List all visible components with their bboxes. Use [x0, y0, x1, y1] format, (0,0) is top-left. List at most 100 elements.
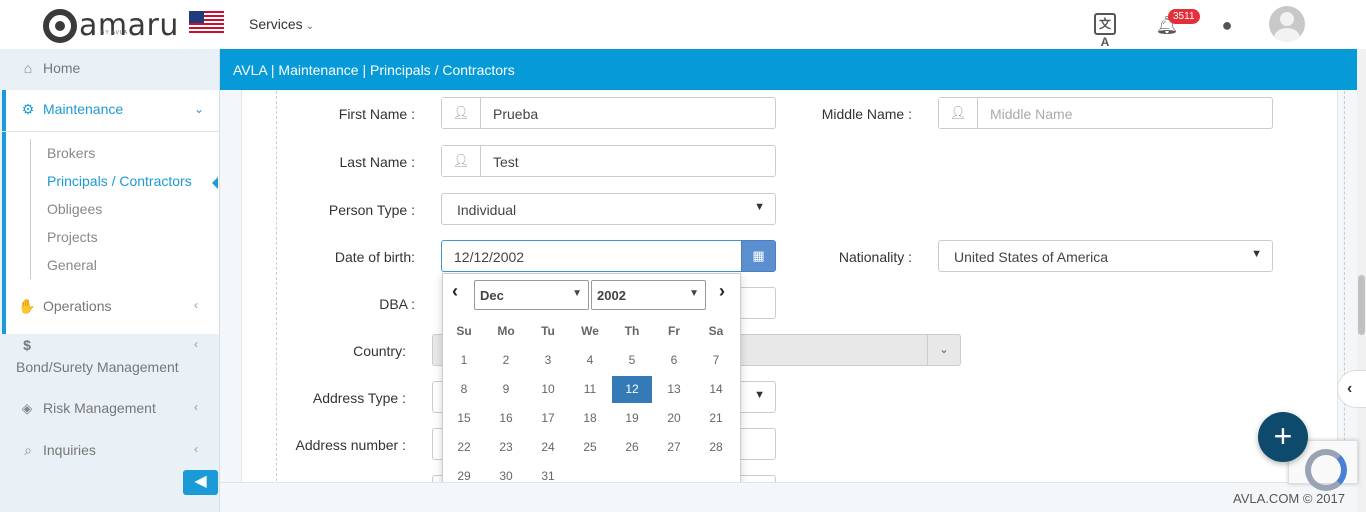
dob-label: Date of birth:: [334, 249, 415, 265]
last-name-field[interactable]: 👤︎ Test: [441, 145, 776, 177]
notification-badge: 3511: [1168, 9, 1200, 24]
translate-icon[interactable]: 文A: [1094, 13, 1116, 49]
month-value: Dec: [480, 288, 504, 303]
calendar-button[interactable]: ▦: [741, 240, 776, 272]
calendar-day[interactable]: 5: [612, 347, 652, 374]
calendar-day[interactable]: 25: [570, 434, 610, 461]
sidebar-item-label: Bond/Surety Management: [16, 359, 179, 375]
sidebar-item-home[interactable]: ⌂ Home: [0, 49, 219, 89]
us-flag-icon[interactable]: [189, 11, 224, 35]
calendar-day[interactable]: 27: [654, 434, 694, 461]
middle-name-placeholder: Middle Name: [990, 106, 1073, 122]
calendar-day[interactable]: 15: [444, 405, 484, 432]
weekday-header: Su: [456, 324, 472, 338]
year-value: 2002: [597, 288, 626, 303]
gear-icon: ⚙: [21, 101, 35, 117]
calendar-day[interactable]: 3: [528, 347, 568, 374]
last-name-label: Last Name :: [339, 154, 415, 170]
person-type-select[interactable]: Individual ▼: [441, 193, 776, 225]
logo-subtitle: BY AVLA: [101, 30, 129, 36]
calendar-day[interactable]: 4: [570, 347, 610, 374]
calendar-day[interactable]: 14: [696, 376, 736, 403]
middle-name-label: Middle Name :: [821, 106, 912, 122]
calendar-day[interactable]: 11: [570, 376, 610, 403]
calendar-day[interactable]: 6: [654, 347, 694, 374]
calendar-day[interactable]: 23: [486, 434, 526, 461]
sidebar-item-general[interactable]: General: [47, 257, 97, 273]
calendar-day[interactable]: 10: [528, 376, 568, 403]
footer-copyright: AVLA.COM © 2017: [1233, 491, 1345, 506]
calendar-day[interactable]: 9: [486, 376, 526, 403]
amaru-logo[interactable]: amaru: [43, 8, 179, 43]
sidebar-item-obligees[interactable]: Obligees: [47, 201, 102, 217]
calendar-day[interactable]: 2: [486, 347, 526, 374]
calendar-day[interactable]: 12: [612, 376, 652, 403]
calendar-day[interactable]: 22: [444, 434, 484, 461]
nationality-value: United States of America: [954, 249, 1109, 265]
chevron-down-icon: ⌄: [927, 335, 960, 365]
sidebar-item-maintenance[interactable]: ⚙ Maintenance ⌄: [0, 98, 219, 132]
calendar-day[interactable]: 7: [696, 347, 736, 374]
calendar-day[interactable]: 16: [486, 405, 526, 432]
person-type-label: Person Type :: [328, 202, 415, 218]
month-select[interactable]: Dec ▼: [474, 280, 589, 310]
dob-value: 12/12/2002: [454, 249, 525, 265]
weekday-header: We: [581, 324, 599, 338]
search-icon: ⌕: [24, 442, 32, 458]
form-panel: [241, 90, 1345, 482]
dba-field[interactable]: [741, 287, 776, 319]
calendar-day[interactable]: 1: [444, 347, 484, 374]
footer: AVLA.COM © 2017: [220, 482, 1357, 512]
avatar[interactable]: [1269, 6, 1305, 42]
active-marker: [212, 177, 218, 189]
sidebar-item-projects[interactable]: Projects: [47, 229, 98, 245]
middle-name-field[interactable]: 👤︎ Middle Name: [938, 97, 1273, 129]
chevron-left-icon: ‹: [194, 298, 198, 312]
top-bar: amaru BY AVLA Services ⌄ 文A 🔔︎ 3511 ●: [0, 0, 1366, 49]
chevron-down-icon: ⌄: [305, 21, 315, 32]
user-icon: 👤︎: [442, 98, 481, 128]
sidebar-item-label: Home: [43, 60, 81, 76]
sidebar-item-brokers[interactable]: Brokers: [47, 145, 95, 161]
add-button[interactable]: +: [1258, 412, 1308, 462]
chevron-left-icon: ‹: [194, 442, 198, 456]
calendar-day[interactable]: 18: [570, 405, 610, 432]
first-name-label: First Name :: [338, 106, 415, 122]
user-icon: 👤︎: [939, 98, 978, 128]
calendar-day[interactable]: 24: [528, 434, 568, 461]
nationality-select[interactable]: United States of America ▼: [938, 240, 1273, 272]
page-scrollbar[interactable]: [1357, 49, 1366, 512]
calendar-day[interactable]: 26: [612, 434, 652, 461]
sidebar: ⌂ Home ⚙ Maintenance ⌄ Brokers Principal…: [0, 49, 220, 512]
logo-text: amaru: [79, 8, 179, 43]
calendar-day[interactable]: 13: [654, 376, 694, 403]
year-select[interactable]: 2002 ▼: [591, 280, 706, 310]
collapse-sidebar-button[interactable]: ◀: [183, 470, 218, 495]
next-month-button[interactable]: ›: [719, 281, 725, 302]
sidebar-item-principals-contractors[interactable]: Principals / Contractors: [47, 173, 192, 189]
breadcrumb-bar: AVLA | Maintenance | Principals / Contra…: [220, 49, 1357, 90]
first-name-field[interactable]: 👤︎ Prueba: [441, 97, 776, 129]
calendar-day[interactable]: 28: [696, 434, 736, 461]
chevron-down-icon: ▼: [1251, 248, 1262, 260]
dob-input[interactable]: 12/12/2002: [441, 240, 742, 272]
weekday-header: Mo: [497, 324, 515, 338]
chevron-left-icon: ‹: [194, 400, 198, 414]
plus-icon: +: [1273, 418, 1293, 454]
scrollbar-thumb[interactable]: [1358, 275, 1365, 335]
weekday-header: Sa: [708, 324, 724, 338]
user-icon: 👤︎: [442, 146, 481, 176]
calendar-day[interactable]: 17: [528, 405, 568, 432]
services-menu[interactable]: Services ⌄: [249, 16, 314, 32]
chevron-left-icon: ‹: [1347, 380, 1353, 397]
globe-icon[interactable]: ●: [1215, 13, 1239, 37]
chevron-down-icon: ▼: [689, 288, 699, 299]
chevron-down-icon: ▼: [754, 201, 765, 213]
prev-month-button[interactable]: ‹: [452, 281, 458, 302]
last-name-value: Test: [493, 154, 519, 170]
sidebar-item-label: Risk Management: [43, 400, 156, 416]
calendar-day[interactable]: 20: [654, 405, 694, 432]
calendar-day[interactable]: 21: [696, 405, 736, 432]
calendar-day[interactable]: 8: [444, 376, 484, 403]
calendar-day[interactable]: 19: [612, 405, 652, 432]
